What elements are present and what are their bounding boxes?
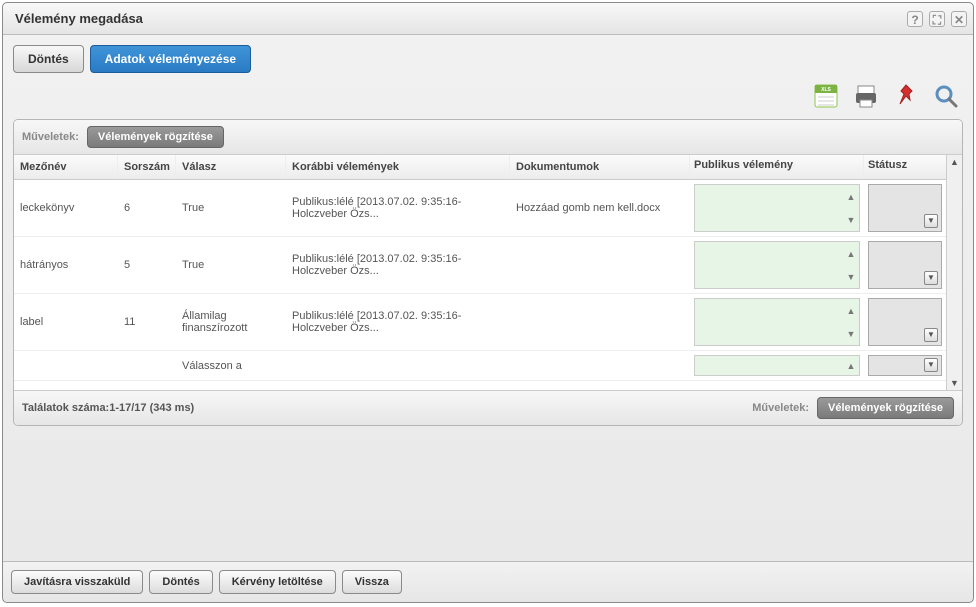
chevron-down-icon[interactable]: ▼	[924, 358, 938, 372]
search-icon[interactable]	[929, 79, 963, 113]
titlebar: Vélemény megadása ? ⛶ ✕	[3, 3, 973, 35]
cell-publikus: ▲ ▼	[690, 180, 864, 236]
col-statusz[interactable]: Státusz	[864, 155, 946, 179]
col-publikus[interactable]: Publikus vélemény	[690, 155, 864, 179]
spinner-down-icon[interactable]: ▼	[843, 322, 859, 345]
cell-dokumentumok[interactable]	[510, 237, 690, 293]
talalatok-label: Találatok száma:1-17/17 (343 ms)	[22, 402, 194, 414]
statusz-select[interactable]: ▼	[868, 298, 942, 346]
cell-sorszam: 6	[118, 180, 176, 236]
vissza-button[interactable]: Vissza	[342, 570, 402, 594]
scroll-up-icon[interactable]: ▲	[950, 157, 959, 167]
close-icon[interactable]: ✕	[951, 11, 967, 27]
grid-body: leckekönyv 6 True Publikus:lélé [2013.07…	[14, 180, 946, 390]
cell-valasz: True	[176, 237, 286, 293]
publikus-velemeny-input[interactable]: ▲ ▼	[694, 298, 860, 346]
dialog-window: Vélemény megadása ? ⛶ ✕ Döntés Adatok vé…	[2, 2, 974, 603]
kerveny-letoltese-button[interactable]: Kérvény letöltése	[219, 570, 336, 594]
svg-text:XLS: XLS	[821, 87, 831, 93]
tab-dontes[interactable]: Döntés	[13, 45, 84, 73]
cell-valasz: Válasszon a	[176, 351, 286, 380]
chevron-down-icon[interactable]: ▼	[924, 214, 938, 228]
publikus-velemeny-input[interactable]: ▲ ▼	[694, 241, 860, 289]
cell-korabbi: Publikus:lélé [2013.07.02. 9:35:16-Holcz…	[286, 237, 510, 293]
publikus-velemeny-input[interactable]: ▲	[694, 355, 860, 376]
spinner-down-icon[interactable]: ▼	[843, 265, 859, 288]
export-xls-icon[interactable]: XLS	[809, 79, 843, 113]
col-sorszam[interactable]: Sorszám	[118, 155, 176, 179]
spinner-up-icon[interactable]: ▲	[843, 356, 859, 375]
cell-korabbi: Publikus:lélé [2013.07.02. 9:35:16-Holcz…	[286, 294, 510, 350]
cell-dokumentumok[interactable]	[510, 294, 690, 350]
grid-panel: Műveletek: Vélemények rögzítése Mezőnév …	[13, 119, 963, 426]
spinner-up-icon[interactable]: ▲	[843, 185, 859, 208]
cell-publikus: ▲ ▼	[690, 237, 864, 293]
spinner-up-icon[interactable]: ▲	[843, 242, 859, 265]
statusz-select[interactable]: ▼	[868, 184, 942, 232]
cell-dokumentumok[interactable]	[510, 351, 690, 380]
spinner-down-icon[interactable]: ▼	[843, 208, 859, 231]
grid-main: Mezőnév Sorszám Válasz Korábbi véleménye…	[14, 155, 946, 390]
maximize-icon[interactable]: ⛶	[929, 11, 945, 27]
table-row[interactable]: hátrányos 5 True Publikus:lélé [2013.07.…	[14, 237, 946, 294]
help-icon[interactable]: ?	[907, 11, 923, 27]
cell-mezonev	[14, 351, 118, 380]
panel-header: Műveletek: Vélemények rögzítése	[14, 120, 962, 155]
col-korabbi[interactable]: Korábbi vélemények	[286, 155, 510, 179]
cell-korabbi: Publikus:lélé [2013.07.02. 9:35:16-Holcz…	[286, 180, 510, 236]
table-row[interactable]: Válasszon a ▲	[14, 351, 946, 381]
toolbar: XLS	[13, 79, 963, 113]
button-bar: Javításra visszaküld Döntés Kérvény letö…	[3, 561, 973, 602]
cell-sorszam: 5	[118, 237, 176, 293]
pin-icon[interactable]	[889, 79, 923, 113]
cell-dokumentumok[interactable]: Hozzáad gomb nem kell.docx	[510, 180, 690, 236]
cell-mezonev: leckekönyv	[14, 180, 118, 236]
cell-mezonev: hátrányos	[14, 237, 118, 293]
cell-publikus: ▲	[690, 351, 864, 380]
grid-header: Mezőnév Sorszám Válasz Korábbi véleménye…	[14, 155, 946, 180]
table-row[interactable]: label 11 Államilag finanszírozott Publik…	[14, 294, 946, 351]
col-mezonev[interactable]: Mezőnév	[14, 155, 118, 179]
statusz-select[interactable]: ▼	[868, 241, 942, 289]
cell-publikus: ▲ ▼	[690, 294, 864, 350]
javitasra-visszakuld-button[interactable]: Javításra visszaküld	[11, 570, 143, 594]
cell-valasz: True	[176, 180, 286, 236]
cell-valasz: Államilag finanszírozott	[176, 294, 286, 350]
statusz-select[interactable]: ▼	[868, 355, 942, 376]
cell-mezonev: label	[14, 294, 118, 350]
cell-korabbi	[286, 351, 510, 380]
muveletek-label-footer: Műveletek:	[752, 402, 809, 414]
scroll-down-icon[interactable]: ▼	[950, 378, 959, 388]
dialog-content: Döntés Adatok véleményezése XLS Művelete…	[3, 35, 973, 565]
tab-adatok-velemenyezese[interactable]: Adatok véleményezése	[90, 45, 251, 73]
cell-statusz: ▼	[864, 237, 946, 293]
dontes-button[interactable]: Döntés	[149, 570, 212, 594]
velemenyek-rogzitese-button-bottom[interactable]: Vélemények rögzítése	[817, 397, 954, 419]
chevron-down-icon[interactable]: ▼	[924, 328, 938, 342]
cell-statusz: ▼	[864, 351, 946, 380]
panel-footer: Találatok száma:1-17/17 (343 ms) Művelet…	[14, 390, 962, 425]
print-icon[interactable]	[849, 79, 883, 113]
table-row[interactable]: leckekönyv 6 True Publikus:lélé [2013.07…	[14, 180, 946, 237]
cell-statusz: ▼	[864, 180, 946, 236]
cell-statusz: ▼	[864, 294, 946, 350]
publikus-velemeny-input[interactable]: ▲ ▼	[694, 184, 860, 232]
grid-wrap: Mezőnév Sorszám Válasz Korábbi véleménye…	[14, 155, 962, 390]
chevron-down-icon[interactable]: ▼	[924, 271, 938, 285]
cell-sorszam	[118, 351, 176, 380]
cell-sorszam: 11	[118, 294, 176, 350]
col-valasz[interactable]: Válasz	[176, 155, 286, 179]
velemenyek-rogzitese-button-top[interactable]: Vélemények rögzítése	[87, 126, 224, 148]
dialog-title: Vélemény megadása	[15, 11, 143, 26]
spinner-up-icon[interactable]: ▲	[843, 299, 859, 322]
muveletek-label: Műveletek:	[22, 131, 79, 143]
vertical-scrollbar[interactable]: ▲ ▼	[946, 155, 962, 390]
tabs: Döntés Adatok véleményezése	[13, 45, 963, 73]
col-dokumentumok[interactable]: Dokumentumok	[510, 155, 690, 179]
